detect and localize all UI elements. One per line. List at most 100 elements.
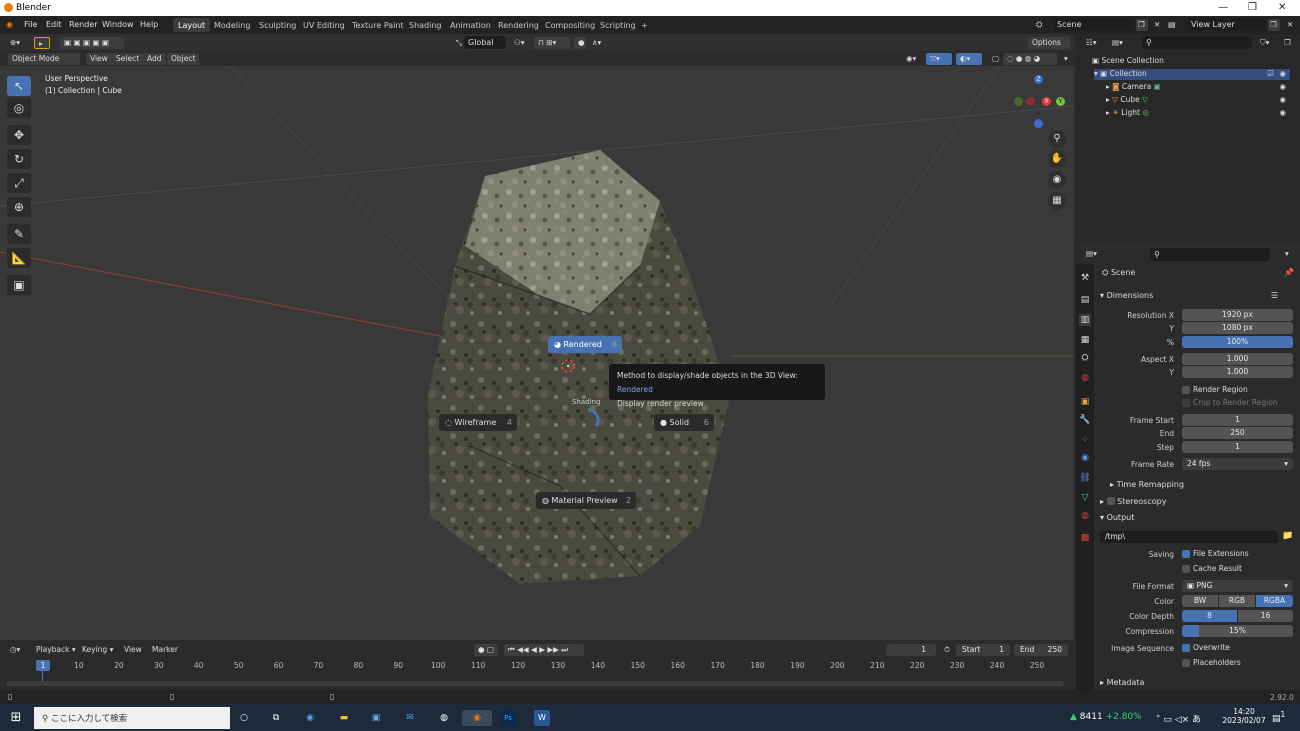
new-scene-icon[interactable]: ❐ [1136,19,1148,31]
outliner-collection-row[interactable]: ▾ ▣ Collection ☑ ◉ [1094,69,1290,80]
tab-scripting[interactable]: Scripting [595,18,641,32]
pivot-point-icon[interactable]: ⚇▾ [510,37,529,49]
zoom-icon[interactable]: ⚲ [1048,130,1066,148]
object-tab-icon[interactable]: ▣ [1079,396,1091,408]
color-depth-16-button[interactable]: 16 [1238,610,1293,622]
presets-icon[interactable]: ☰ [1271,291,1278,300]
use-preview-range-icon[interactable]: ⏱ [940,644,954,656]
delete-scene-icon[interactable]: ✕ [1150,19,1164,31]
gizmo-neg-z[interactable] [1034,119,1043,128]
frame-ruler[interactable]: 10 20 30 40 50 60 70 80 90 100 110 120 130 140 150 160 1… [0,660,1074,672]
time-remapping-subpanel[interactable]: ▸ Time Remapping [1104,478,1300,492]
output-tab-icon[interactable]: ▥ [1079,314,1091,326]
gizmo-neg-x[interactable] [1026,97,1035,106]
taskbar-search-input[interactable]: ⚲ ここに入力して検索 [34,707,230,729]
properties-options-icon[interactable]: ▾ [1281,248,1293,260]
system-tray-icons[interactable]: ˄ ▭ ◁× あ [1156,712,1201,725]
start-frame-field[interactable]: Start 1 [956,644,1010,656]
scene-selector[interactable]: Scene [1053,18,1133,31]
pie-material-preview-button[interactable]: ◍ Material Preview 2 [536,492,636,509]
cache-result-checkbox[interactable] [1182,565,1190,573]
editor-type-icon[interactable]: ⊕▾ [6,37,24,49]
world-tab-icon[interactable]: ◍ [1079,372,1091,384]
cursor-tool-icon[interactable]: ◎ [7,98,31,118]
file-explorer-icon[interactable]: ▬ [336,710,352,726]
folder-icon[interactable]: 📁 [1282,531,1293,541]
tab-compositing[interactable]: Compositing [540,18,600,32]
file-format-dropdown[interactable]: ▣ PNG ▾ [1182,580,1293,592]
render-region-checkbox[interactable] [1182,386,1190,394]
keying-menu[interactable]: Keying ▾ [78,644,117,656]
eye-icon[interactable]: ◉ [1279,82,1286,91]
eye-icon[interactable]: ◉ [1279,69,1286,78]
current-frame-field[interactable]: 1 [886,644,936,656]
pin-icon[interactable]: 📌 [1284,268,1294,277]
tab-texture-paint[interactable]: Texture Paint [347,18,409,32]
3d-viewport[interactable]: User Perspective (1) Collection | Cube Z… [0,66,1074,640]
compression-slider[interactable]: 15% [1182,625,1293,637]
menu-render[interactable]: Render [69,20,97,29]
eye-icon[interactable]: ◉ [1279,108,1286,117]
outliner-item-camera[interactable]: ▸ ◙ Camera ▣ ◉ [1106,82,1290,91]
notification-icon[interactable]: ▤1 [1272,710,1285,724]
pie-wireframe-button[interactable]: ◌ Wireframe 4 [439,414,517,431]
select-tool-icon[interactable]: ↖ [7,76,31,96]
tool-tab-icon[interactable]: ⚒ [1079,272,1091,284]
annotate-tool-icon[interactable]: ✎ [7,224,31,244]
blender-menu-icon[interactable]: ◉ [6,20,13,29]
object-mode-dropdown[interactable]: Object Mode [8,53,80,65]
color-rgba-button[interactable]: RGBA [1256,595,1293,607]
frame-step-field[interactable]: 1 [1182,441,1293,453]
gizmo-z-axis[interactable]: Z [1034,75,1043,84]
display-mode-icon[interactable]: ▤▾ [1108,37,1127,49]
ortho-grid-icon[interactable]: ▦ [1048,192,1066,210]
tab-modeling[interactable]: Modeling [209,18,255,32]
tab-shading[interactable]: Shading [404,18,447,32]
properties-search-input[interactable]: ⚲ [1150,248,1270,261]
gizmo-y-axis[interactable]: Y [1056,97,1065,106]
gizmo-x-axis[interactable]: X [1042,97,1051,106]
playback-menu[interactable]: Playback ▾ [32,644,80,656]
eye-icon[interactable]: ◉ [1279,95,1286,104]
material-tab-icon[interactable]: ◍ [1079,510,1091,522]
delete-view-layer-icon[interactable]: ✕ [1283,19,1297,31]
snap-icon[interactable]: ⊓ ⊞▾ [534,37,570,49]
playback-controls-icons[interactable]: ⏮ ◀◀ ◀ ▶ ▶▶ ⏭ [504,644,584,656]
menu-edit[interactable]: Edit [46,20,62,29]
stock-widget[interactable]: ▲ 8411 +2.80% [1070,712,1142,722]
aspect-x-field[interactable]: 1.000 [1182,353,1293,365]
outliner-item-cube[interactable]: ▸ ▽ Cube ▽ ◉ [1106,95,1290,104]
mail-icon[interactable]: ✉ [402,710,418,726]
selection-mode-icons[interactable]: ▣ ▣ ▣ ▣ ▣ [60,37,124,49]
resolution-pct-field[interactable]: 100% [1182,336,1293,348]
constraints-tab-icon[interactable]: ⛓ [1079,472,1091,484]
shading-modes-icons[interactable]: ◌ ● ◍ ◕ [1003,53,1057,65]
select-menu[interactable]: Select [112,53,144,65]
timeline-view-menu[interactable]: View [120,644,146,656]
view-layer-selector[interactable]: View Layer [1187,18,1265,31]
word-icon[interactable]: W [534,710,550,726]
timeline-editor-icon[interactable]: ◷▾ [6,644,24,656]
resolution-x-field[interactable]: 1920 px [1182,309,1293,321]
pie-rendered-button[interactable]: ◕ Rendered 8 [548,336,622,353]
add-cube-tool-icon[interactable]: ▣ [7,275,31,295]
gizmo-neg-y[interactable] [1014,97,1023,106]
photoshop-icon[interactable]: Ps [500,710,516,726]
render-tab-icon[interactable]: ▤ [1079,294,1091,306]
particles-tab-icon[interactable]: ⁘ [1079,434,1091,446]
stereoscopy-panel-header[interactable]: ▸ Stereoscopy [1094,494,1300,508]
move-tool-icon[interactable]: ✥ [7,125,31,145]
store-icon[interactable]: ▣ [368,710,384,726]
file-extensions-checkbox[interactable] [1182,550,1190,558]
timeline-scrollbar[interactable] [6,681,1064,686]
modifier-tab-icon[interactable]: 🔧 [1079,414,1091,426]
stereoscopy-checkbox[interactable] [1106,497,1115,505]
pie-solid-button[interactable]: ● Solid 6 [654,414,714,431]
tab-sculpting[interactable]: Sculpting [254,18,301,32]
outliner-item-light[interactable]: ▸ ☀ Light ◎ ◉ [1106,108,1290,117]
frame-end-field[interactable]: 250 [1182,427,1293,439]
playhead[interactable]: 1 [36,660,50,671]
color-rgb-button[interactable]: RGB [1219,595,1255,607]
resolution-y-field[interactable]: 1080 px [1182,322,1293,334]
add-workspace-button[interactable]: + [636,18,653,32]
